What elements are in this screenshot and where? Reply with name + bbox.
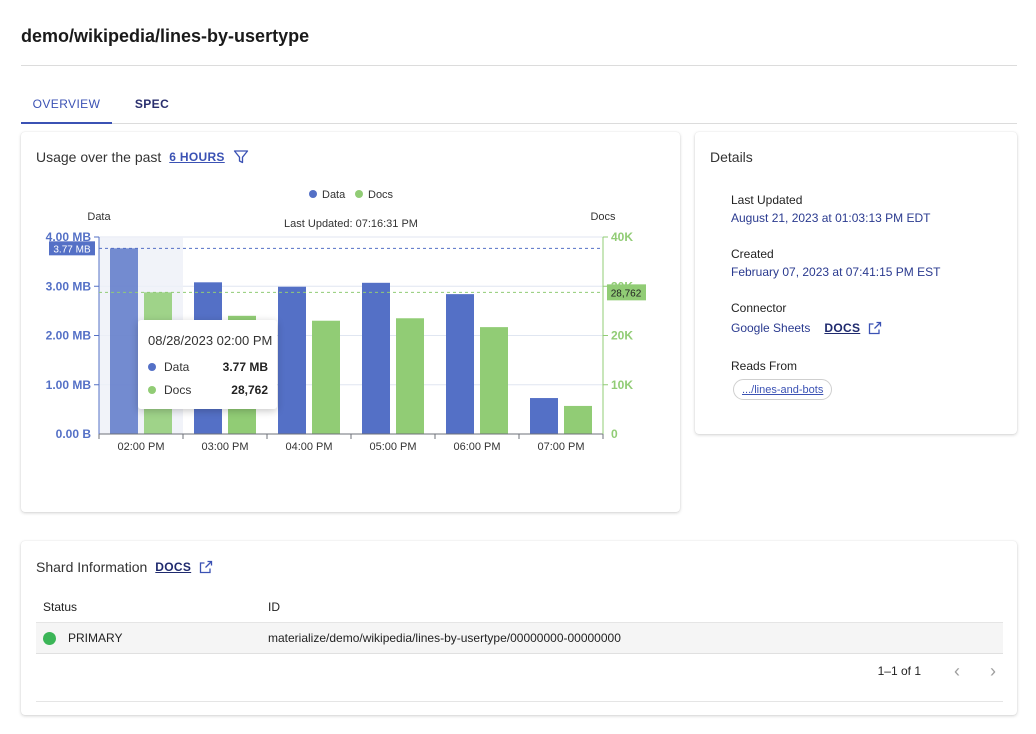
chart-tooltip: 08/28/2023 02:00 PM Data 3.77 MB Docs 28…	[138, 320, 277, 409]
details-title: Details	[710, 149, 753, 165]
bar-data[interactable]	[362, 282, 390, 434]
hover-label-data: 3.77 MB	[53, 244, 91, 255]
tab-overview[interactable]: OVERVIEW	[21, 84, 112, 124]
tooltip-row-data: Data 3.77 MB	[148, 360, 268, 374]
reads-from-label: Reads From	[731, 359, 798, 373]
external-link-icon[interactable]	[199, 560, 213, 574]
details-card: Details Last Updated August 21, 2023 at …	[695, 132, 1017, 434]
tooltip-data-label: Data	[164, 360, 190, 374]
right-tick-label: 0	[611, 427, 618, 441]
reads-from-chip[interactable]: .../lines-and-bots	[733, 379, 833, 400]
tab-bar: OVERVIEW SPEC	[21, 84, 1017, 124]
tab-spec[interactable]: SPEC	[128, 84, 176, 124]
x-tick-label: 07:00 PM	[537, 441, 584, 453]
tooltip-docs-value: 28,762	[231, 383, 268, 397]
right-tick-label: 20K	[611, 329, 633, 343]
bar-data[interactable]	[446, 294, 474, 434]
chevron-right-icon[interactable]: ›	[985, 662, 1001, 680]
column-header-id[interactable]: ID	[268, 591, 280, 622]
shard-table-header: Status ID	[36, 591, 1003, 623]
right-tick-label: 10K	[611, 378, 633, 392]
tooltip-docs-label: Docs	[164, 383, 192, 397]
right-tick-label: 40K	[611, 230, 633, 244]
tooltip-row-docs: Docs 28,762	[148, 383, 268, 397]
x-tick-label: 02:00 PM	[117, 441, 164, 453]
x-tick-label: 04:00 PM	[285, 441, 332, 453]
left-tick-label: 3.00 MB	[46, 279, 92, 293]
legend-docs-label: Docs	[368, 189, 394, 201]
shard-id-cell: materialize/demo/wikipedia/lines-by-user…	[268, 631, 621, 645]
status-dot-icon	[43, 631, 56, 645]
table-row[interactable]: PRIMARY materialize/demo/wikipedia/lines…	[36, 623, 1003, 654]
title-divider	[21, 65, 1017, 66]
shard-docs-link[interactable]: DOCS	[155, 560, 191, 574]
pagination: 1–1 of 1 ‹ ›	[877, 662, 1001, 680]
created-value: February 07, 2023 at 07:41:15 PM EST	[731, 265, 941, 279]
chart-legend[interactable]: Data Docs	[309, 189, 394, 201]
legend-data-swatch	[309, 190, 317, 198]
legend-docs-swatch	[355, 190, 363, 198]
tooltip-date: 08/28/2023 02:00 PM	[148, 333, 273, 348]
bar-data[interactable]	[530, 398, 558, 434]
legend-data-label: Data	[322, 189, 346, 201]
usage-card: Usage over the past 6 HOURS Data Docs Da…	[21, 132, 680, 512]
bar-docs[interactable]	[396, 318, 424, 434]
left-tick-label: 0.00 B	[56, 427, 92, 441]
left-tick-label: 1.00 MB	[46, 378, 92, 392]
external-link-icon[interactable]	[868, 321, 882, 335]
bar-docs[interactable]	[480, 327, 508, 434]
column-header-status[interactable]: Status	[43, 591, 77, 622]
x-tick-label: 05:00 PM	[369, 441, 416, 453]
connector-docs-link[interactable]: DOCS	[824, 321, 860, 335]
x-tick-label: 06:00 PM	[453, 441, 500, 453]
right-axis-title: Docs	[590, 211, 616, 223]
bar-data[interactable]	[110, 248, 138, 434]
bar-data[interactable]	[278, 286, 306, 434]
last-updated-label: Last Updated	[731, 193, 803, 207]
connector-label: Connector	[731, 301, 787, 315]
usage-chart: Data Docs Data Docs Last Updated: 07:16:…	[46, 189, 646, 453]
x-tick-label: 03:00 PM	[201, 441, 248, 453]
hover-label-docs: 28,762	[611, 288, 642, 299]
pagination-range: 1–1 of 1	[877, 664, 921, 678]
page-title: demo/wikipedia/lines-by-usertype	[21, 26, 310, 46]
connector-row: Google Sheets DOCS	[731, 321, 882, 335]
chart-last-updated: Last Updated: 07:16:31 PM	[284, 218, 418, 230]
bar-docs[interactable]	[564, 405, 592, 434]
shard-card: Shard Information DOCS Status ID PRIMARY…	[21, 541, 1017, 715]
tooltip-data-dot	[148, 363, 156, 371]
connector-name: Google Sheets	[731, 321, 811, 335]
left-tick-label: 2.00 MB	[46, 329, 92, 343]
table-footer-divider	[36, 701, 1003, 702]
shard-header: Shard Information DOCS	[36, 559, 213, 575]
bar-docs[interactable]	[312, 320, 340, 434]
status-text: PRIMARY	[68, 631, 123, 645]
active-tab-indicator	[21, 122, 112, 124]
chevron-left-icon[interactable]: ‹	[949, 662, 965, 680]
left-axis-title: Data	[87, 211, 111, 223]
created-label: Created	[731, 247, 774, 261]
tooltip-data-value: 3.77 MB	[222, 360, 268, 374]
tooltip-docs-dot	[148, 386, 156, 394]
shard-title: Shard Information	[36, 559, 148, 575]
status-cell: PRIMARY	[43, 623, 122, 653]
last-updated-value: August 21, 2023 at 01:03:13 PM EDT	[731, 211, 931, 225]
